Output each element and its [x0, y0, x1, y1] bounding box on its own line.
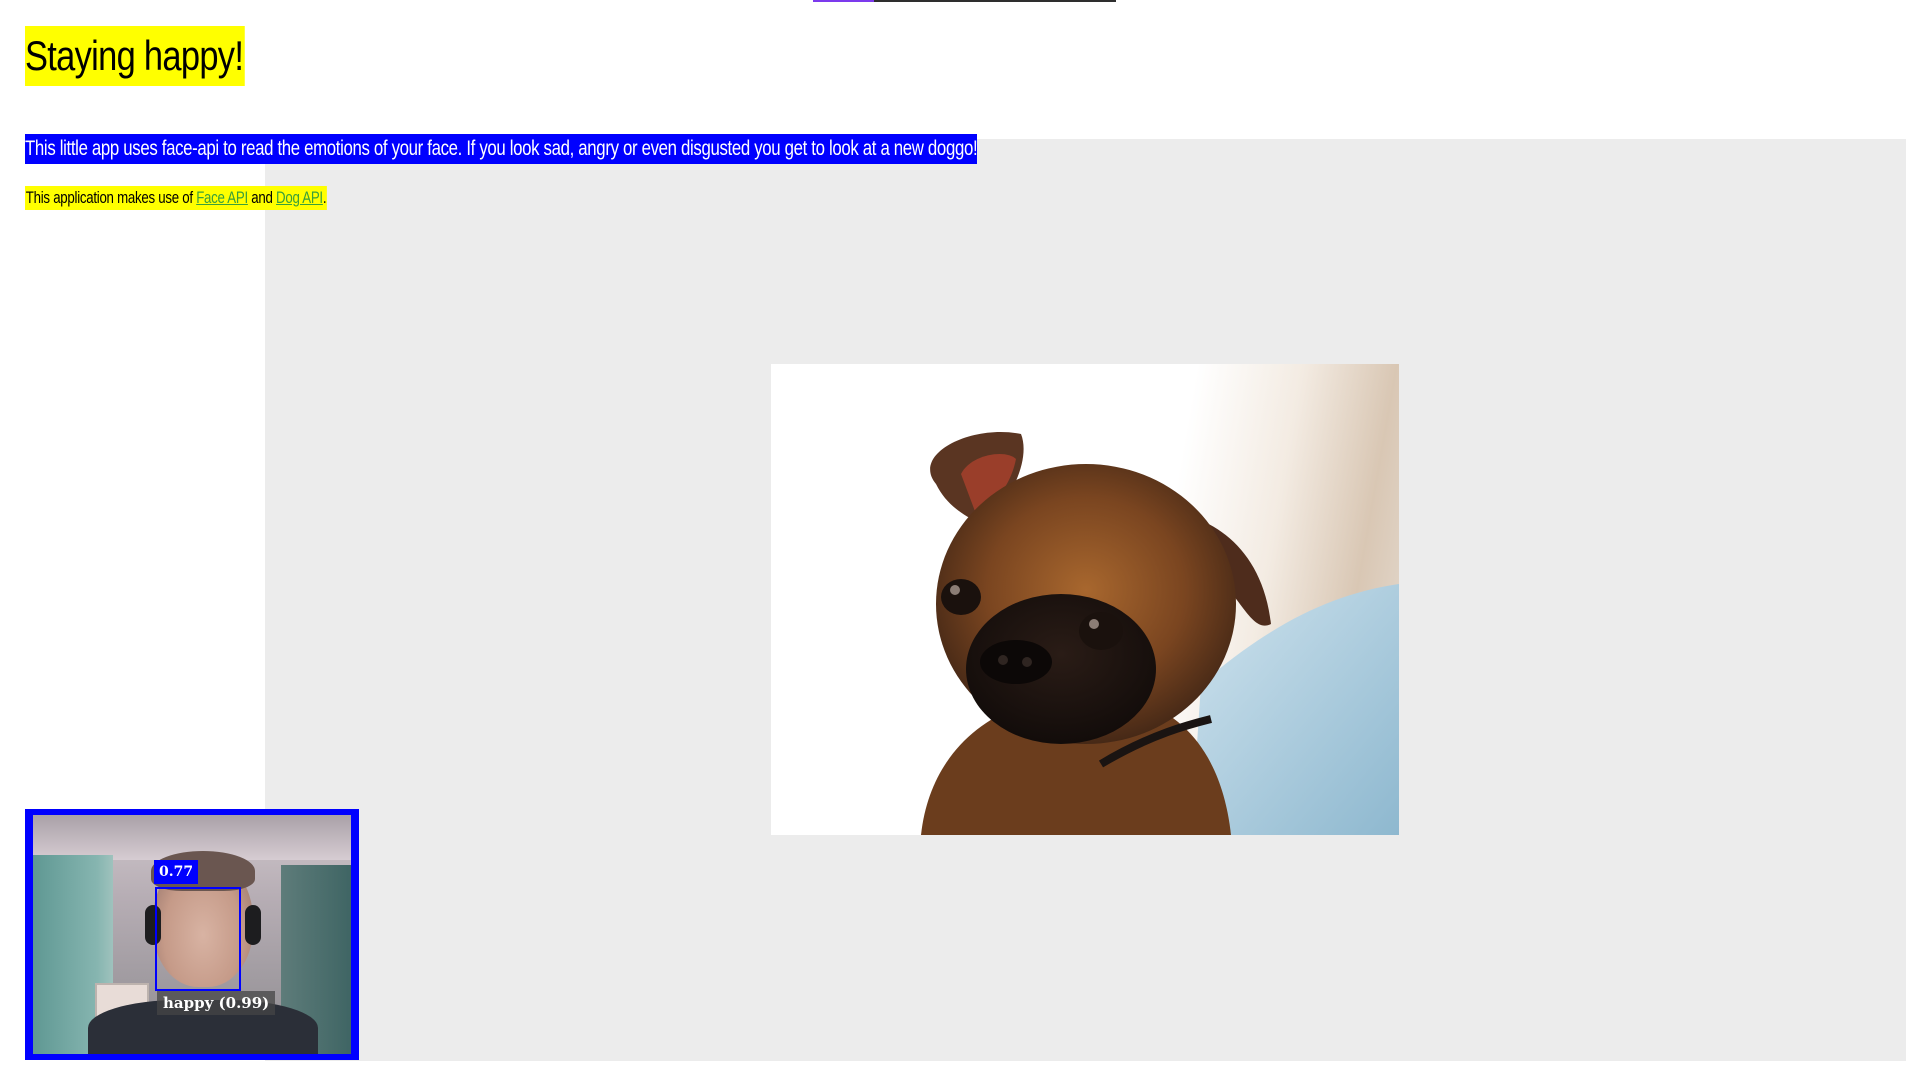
- page-title: Staying happy!: [25, 26, 245, 86]
- loading-progress-fill: [813, 0, 874, 2]
- face-api-link[interactable]: Face API: [196, 188, 248, 207]
- dog-api-link[interactable]: Dog API: [276, 188, 323, 207]
- webcam-feed: 0.77 happy (0.99): [33, 815, 351, 1054]
- credits-text: This application makes use of Face API a…: [25, 186, 328, 210]
- dog-image: [771, 364, 1399, 835]
- loading-progress-bar: [813, 0, 1116, 2]
- face-detection-box: [155, 887, 241, 991]
- dog-illustration: [921, 432, 1399, 835]
- webcam-panel: 0.77 happy (0.99): [25, 809, 359, 1060]
- detection-score-label: 0.77: [154, 860, 199, 884]
- intro-text: This little app uses face-api to read th…: [25, 134, 978, 164]
- credits-prefix: This application makes use of: [25, 188, 197, 207]
- credits-suffix: .: [322, 188, 327, 207]
- credits-middle: and: [247, 188, 277, 207]
- emotion-label: happy (0.99): [157, 991, 276, 1015]
